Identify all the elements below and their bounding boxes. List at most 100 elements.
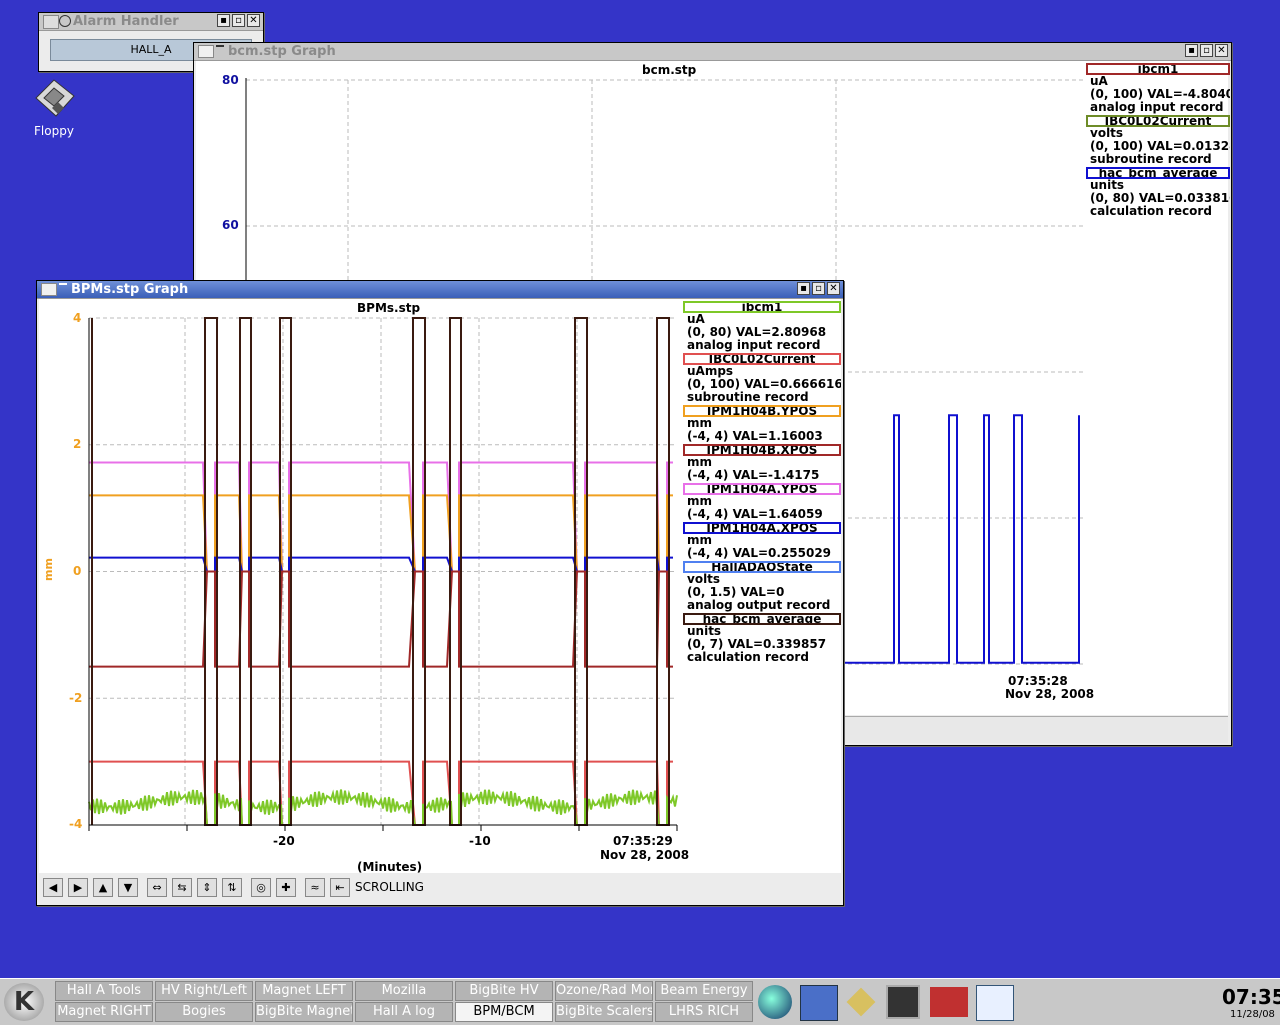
bpm-legend-item: IPM1H04B.YPOS mm (-4, 4) VAL=1.16003 [683, 405, 841, 443]
bcm-legend-item: IBC0L02Current volts (0, 100) VAL=0.0132… [1086, 115, 1230, 166]
legend-type: subroutine record [1090, 153, 1212, 166]
k-menu-icon[interactable]: K [4, 983, 44, 1021]
compress-vertical-button[interactable]: ⇅ [222, 878, 242, 897]
legend-type: analog output record [687, 599, 831, 612]
task-hall-a-log[interactable]: Hall A log [355, 1002, 453, 1022]
legend-unit: volts [1090, 127, 1124, 140]
legend-range: (0, 100) VAL=0.0132854 [1090, 140, 1230, 153]
legend-range: (-4, 4) VAL=0.255029 [687, 547, 832, 560]
bpm-ytick: 4 [73, 311, 82, 325]
bcm-time: 07:35:28 [1008, 674, 1068, 688]
scroll-up-button[interactable]: ▲ [93, 878, 113, 897]
bpm-legend-item: IPM1H04B.XPOS mm (-4, 4) VAL=-1.4175 [683, 444, 841, 482]
legend-name-box[interactable]: HallADAQState [683, 561, 841, 573]
alarm-titlebar[interactable]: Alarm Handler ▪ ▫ ✕ [39, 13, 263, 31]
legend-unit: volts [687, 573, 721, 586]
bpm-legend-item: ibcm1 uA (0, 80) VAL=2.80968 analog input r… [683, 301, 841, 352]
task-ozone-rad-mon[interactable]: Ozone/Rad Mon [555, 981, 653, 1001]
bpm-ylabel: mm [41, 558, 55, 581]
clock-date: 11/28/08 [1230, 1009, 1275, 1020]
task-lhrs-rich[interactable]: LHRS RICH [655, 1002, 753, 1022]
legend-type: calculation record [1090, 205, 1212, 218]
editor-launcher-icon[interactable] [846, 987, 876, 1017]
task-bigbite-scalers[interactable]: BigBite Scalers [555, 1002, 653, 1022]
legend-range: (-4, 4) VAL=-1.4175 [687, 469, 820, 482]
bcm-legend-item: hac_bcm_average units (0, 80) VAL=0.0338… [1086, 167, 1230, 218]
compress-horizontal-button[interactable]: ⇆ [172, 878, 192, 897]
terminal-launcher-icon[interactable] [886, 985, 920, 1019]
legend-unit: mm [687, 534, 713, 547]
bpm-xtick: -10 [469, 834, 491, 848]
bpm-legend-item: IPM1H04A.YPOS mm (-4, 4) VAL=1.64059 [683, 483, 841, 521]
bpm-ytick: -4 [69, 817, 83, 831]
window-launcher-icon[interactable] [976, 985, 1014, 1021]
scrolling-status: SCROLLING [355, 880, 424, 894]
autoscale-button[interactable]: ≈ [305, 878, 325, 897]
scroll-down-button[interactable]: ▼ [118, 878, 138, 897]
legend-unit: uA [687, 313, 705, 326]
expand-horizontal-button[interactable]: ⇔ [147, 878, 167, 897]
legend-range: (0, 100) VAL=-4.80402 [1090, 88, 1230, 101]
close-button[interactable]: ✕ [247, 14, 260, 27]
bpm-legend-item: hac_bcm_average units (0, 7) VAL=0.339857 c… [683, 613, 841, 664]
legend-name-box[interactable]: hac_bcm_average [1086, 167, 1230, 179]
floppy-icon [35, 79, 75, 117]
task-bogies[interactable]: Bogies [155, 1002, 253, 1022]
bpm-xlabel: (Minutes) [357, 860, 423, 874]
zoom-fit-button[interactable]: ◎ [251, 878, 271, 897]
legend-name-box[interactable]: IPM1H04B.YPOS [683, 405, 841, 417]
legend-range: (0, 80) VAL=0.0338164 [1090, 192, 1230, 205]
bcm-ytick-60: 60 [222, 218, 239, 232]
legend-name-box[interactable]: IBC0L02Current [1086, 115, 1230, 127]
bpm-xtick: -20 [273, 834, 295, 848]
legend-unit: units [1090, 179, 1125, 192]
legend-range: (0, 80) VAL=2.80968 [687, 326, 827, 339]
globe-icon [59, 15, 71, 27]
legend-name-box[interactable]: hac_bcm_average [683, 613, 841, 625]
task-bigbite-hv[interactable]: BigBite HV [455, 981, 553, 1001]
task-magnet-left[interactable]: Magnet LEFT [255, 981, 353, 1001]
bpm-legend-item: IBC0L02Current uAmps (0, 100) VAL=0.666616… [683, 353, 841, 404]
series-line-ibcm1 [88, 789, 678, 826]
task-hall-a-tools[interactable]: Hall A Tools [55, 981, 153, 1001]
globe-launcher-icon[interactable] [758, 985, 792, 1019]
legend-range: (-4, 4) VAL=1.16003 [687, 430, 823, 443]
legend-type: analog input record [687, 339, 821, 352]
legend-range: (0, 1.5) VAL=0 [687, 586, 785, 599]
legend-range: (-4, 4) VAL=1.64059 [687, 508, 823, 521]
legend-name-box[interactable]: IPM1H04A.YPOS [683, 483, 841, 495]
scroll-right-button[interactable]: ▶ [68, 878, 88, 897]
bpm-graph-window: BPMs.stp Graph ▪ ▫ ✕ BPMs.stp mm 4 2 0 -… [36, 280, 844, 906]
bpm-ytick: 2 [73, 437, 82, 451]
legend-name-box[interactable]: IPM1H04A.XPOS [683, 522, 841, 534]
task-bigbite-magnet[interactable]: BigBite Magnet [255, 1002, 353, 1022]
legend-name-box[interactable]: IPM1H04B.XPOS [683, 444, 841, 456]
legend-name-box[interactable]: ibcm1 [683, 301, 841, 313]
legend-unit: units [687, 625, 722, 638]
scroll-mode-button[interactable]: ⇤ [330, 878, 350, 897]
legend-name-box[interactable]: ibcm1 [1086, 63, 1230, 75]
legend-type: analog input record [1090, 101, 1224, 114]
minimize-button[interactable]: ▪ [217, 14, 230, 27]
task-hv-right-left[interactable]: HV Right/Left [155, 981, 253, 1001]
bpm-ytick: 0 [73, 564, 82, 578]
task-beam-energy[interactable]: Beam Energy [655, 981, 753, 1001]
toolbox-launcher-icon[interactable] [930, 987, 968, 1017]
scroll-left-button[interactable]: ◀ [43, 878, 63, 897]
zoom-in-button[interactable]: ✚ [276, 878, 296, 897]
legend-range: (0, 7) VAL=0.339857 [687, 638, 827, 651]
task-mozilla[interactable]: Mozilla [355, 981, 453, 1001]
legend-unit: mm [687, 495, 713, 508]
floppy-label: Floppy [34, 124, 74, 138]
bpm-legend-item: IPM1H04A.XPOS mm (-4, 4) VAL=0.255029 [683, 522, 841, 560]
expand-vertical-button[interactable]: ⇕ [197, 878, 217, 897]
clock-time: 07:35 [1222, 985, 1280, 1009]
legend-name-box[interactable]: IBC0L02Current [683, 353, 841, 365]
bcm-ytick-80: 80 [222, 73, 239, 87]
task-magnet-right[interactable]: Magnet RIGHT [55, 1002, 153, 1022]
task-bpm-bcm[interactable]: BPM/BCM [455, 1002, 553, 1022]
floppy-desktop-icon[interactable]: Floppy [28, 76, 80, 138]
home-launcher-icon[interactable] [800, 985, 838, 1021]
legend-unit: uA [1090, 75, 1108, 88]
maximize-button[interactable]: ▫ [232, 14, 245, 27]
